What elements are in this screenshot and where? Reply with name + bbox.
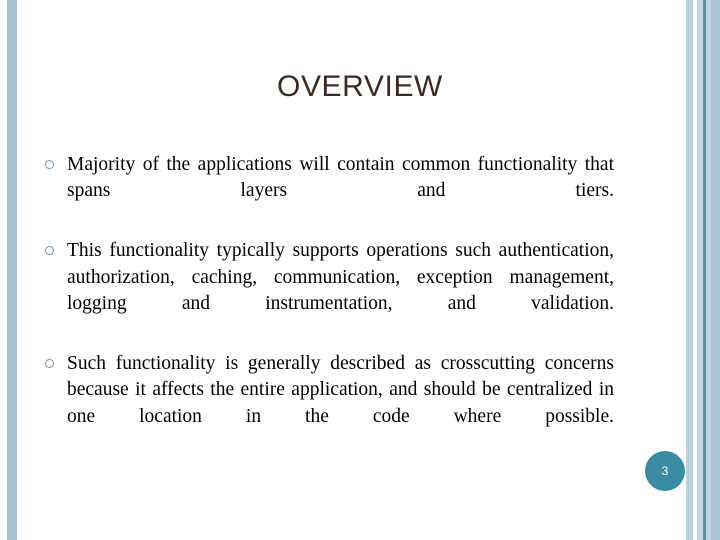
slide-canvas: OVERVIEW Majority of the applications wi…: [0, 0, 720, 540]
ring-bullet-icon: [45, 358, 54, 368]
page-number-badge: 3: [645, 451, 685, 491]
ring-bullet-icon: [45, 160, 54, 169]
bullet-list: Majority of the applications will contai…: [44, 152, 614, 456]
list-item-text: Such functionality is generally describe…: [67, 352, 614, 427]
slide-title: OVERVIEW: [277, 70, 443, 103]
ring-bullet-icon: [45, 246, 54, 256]
list-item: Majority of the applications will contai…: [44, 152, 614, 231]
list-item-text: Majority of the applications will contai…: [67, 154, 614, 202]
list-item: Such functionality is generally describe…: [44, 351, 614, 457]
list-item: This functionality typically supports op…: [44, 238, 614, 344]
list-item-text: This functionality typically supports op…: [67, 240, 614, 315]
